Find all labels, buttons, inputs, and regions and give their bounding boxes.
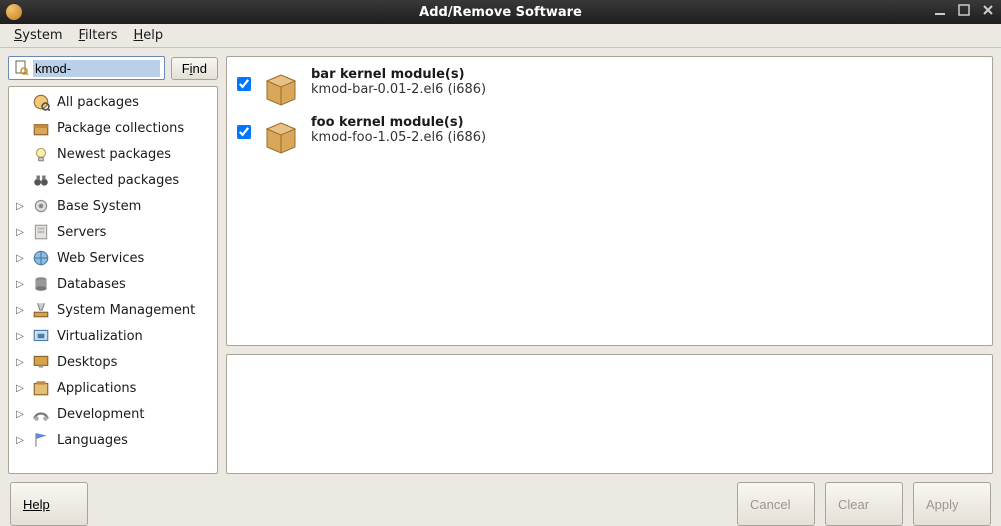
sidebar-item-label: Servers	[57, 225, 106, 240]
expander-icon[interactable]: ▷	[15, 383, 25, 394]
package-box-icon	[261, 67, 301, 107]
globe-search-icon	[31, 92, 51, 112]
sidebar-cat-0[interactable]: ▷ Base System	[9, 193, 217, 219]
category-tree[interactable]: All packages Package collections Newest pa…	[8, 86, 218, 474]
package-checkbox[interactable]	[237, 77, 251, 91]
expander-icon[interactable]: ▷	[15, 357, 25, 368]
flag-icon	[31, 430, 51, 450]
sidebar-item-label: Web Services	[57, 251, 144, 266]
details-pane	[226, 354, 993, 474]
apps-icon	[31, 378, 51, 398]
server-icon	[31, 222, 51, 242]
package-checkbox[interactable]	[237, 125, 251, 139]
package-row[interactable]: bar kernel module(s)kmod-bar-0.01-2.el6 …	[231, 63, 988, 111]
package-name: bar kernel module(s)	[311, 67, 486, 82]
clear-button[interactable]: Clear	[825, 482, 903, 526]
gear-icon	[31, 196, 51, 216]
sidebar-cat-7[interactable]: ▷ Applications	[9, 375, 217, 401]
menubar: System Filters Help	[0, 24, 1001, 48]
sidebar-item-label: All packages	[57, 95, 139, 110]
sidebar-cat-6[interactable]: ▷ Desktops	[9, 349, 217, 375]
sidebar-quick-1[interactable]: Package collections	[9, 115, 217, 141]
sidebar-item-label: Base System	[57, 199, 141, 214]
sidebar-quick-2[interactable]: Newest packages	[9, 141, 217, 167]
package-box-icon	[261, 115, 301, 155]
sidebar-item-label: Development	[57, 407, 145, 422]
find-button[interactable]: Find	[171, 57, 218, 80]
cancel-button[interactable]: Cancel	[737, 482, 815, 526]
package-version: kmod-bar-0.01-2.el6 (i686)	[311, 82, 486, 97]
package-row[interactable]: foo kernel module(s)kmod-foo-1.05-2.el6 …	[231, 111, 988, 159]
footer: Help Cancel Clear Apply	[0, 482, 1001, 526]
box-collection-icon	[31, 118, 51, 138]
help-button[interactable]: Help	[10, 482, 88, 526]
sidebar-item-label: Newest packages	[57, 147, 171, 162]
sidebar-item-label: Desktops	[57, 355, 117, 370]
sidebar-item-label: Virtualization	[57, 329, 143, 344]
sidebar-item-label: System Management	[57, 303, 195, 318]
sidebar-cat-2[interactable]: ▷ Web Services	[9, 245, 217, 271]
window-controls	[933, 4, 995, 20]
sidebar-cat-9[interactable]: ▷ Languages	[9, 427, 217, 453]
expander-icon[interactable]: ▷	[15, 253, 25, 264]
expander-icon[interactable]: ▷	[15, 305, 25, 316]
tools-icon	[31, 300, 51, 320]
menu-help[interactable]: Help	[127, 26, 169, 45]
close-icon[interactable]	[981, 4, 995, 20]
content: bar kernel module(s)kmod-bar-0.01-2.el6 …	[226, 56, 993, 474]
sidebar-item-label: Databases	[57, 277, 126, 292]
search-row: Find	[8, 56, 218, 80]
search-doc-icon	[13, 60, 29, 76]
sidebar-item-label: Selected packages	[57, 173, 179, 188]
app-icon	[6, 4, 22, 20]
sidebar-item-label: Applications	[57, 381, 136, 396]
menu-filters[interactable]: Filters	[73, 26, 124, 45]
desktop-icon	[31, 352, 51, 372]
main: Find All packages Package collections Newe…	[0, 48, 1001, 482]
sidebar-quick-0[interactable]: All packages	[9, 89, 217, 115]
search-input[interactable]	[33, 60, 160, 77]
sidebar: Find All packages Package collections Newe…	[8, 56, 218, 474]
maximize-icon[interactable]	[957, 4, 971, 20]
database-icon	[31, 274, 51, 294]
package-list[interactable]: bar kernel module(s)kmod-bar-0.01-2.el6 …	[226, 56, 993, 346]
dev-icon	[31, 404, 51, 424]
menu-system[interactable]: System	[8, 26, 69, 45]
minimize-icon[interactable]	[933, 4, 947, 20]
expander-icon[interactable]: ▷	[15, 201, 25, 212]
sidebar-quick-3[interactable]: Selected packages	[9, 167, 217, 193]
sidebar-item-label: Languages	[57, 433, 128, 448]
package-version: kmod-foo-1.05-2.el6 (i686)	[311, 130, 486, 145]
search-box[interactable]	[8, 56, 165, 80]
expander-icon[interactable]: ▷	[15, 227, 25, 238]
apply-button[interactable]: Apply	[913, 482, 991, 526]
sidebar-cat-5[interactable]: ▷ Virtualization	[9, 323, 217, 349]
titlebar: Add/Remove Software	[0, 0, 1001, 24]
sidebar-cat-3[interactable]: ▷ Databases	[9, 271, 217, 297]
sidebar-item-label: Package collections	[57, 121, 184, 136]
binoculars-icon	[31, 170, 51, 190]
sidebar-cat-1[interactable]: ▷ Servers	[9, 219, 217, 245]
sidebar-cat-4[interactable]: ▷ System Management	[9, 297, 217, 323]
window-title: Add/Remove Software	[0, 5, 1001, 20]
expander-icon[interactable]: ▷	[15, 435, 25, 446]
bulb-icon	[31, 144, 51, 164]
expander-icon[interactable]: ▷	[15, 331, 25, 342]
web-icon	[31, 248, 51, 268]
virt-icon	[31, 326, 51, 346]
package-name: foo kernel module(s)	[311, 115, 486, 130]
expander-icon[interactable]: ▷	[15, 279, 25, 290]
expander-icon[interactable]: ▷	[15, 409, 25, 420]
sidebar-cat-8[interactable]: ▷ Development	[9, 401, 217, 427]
